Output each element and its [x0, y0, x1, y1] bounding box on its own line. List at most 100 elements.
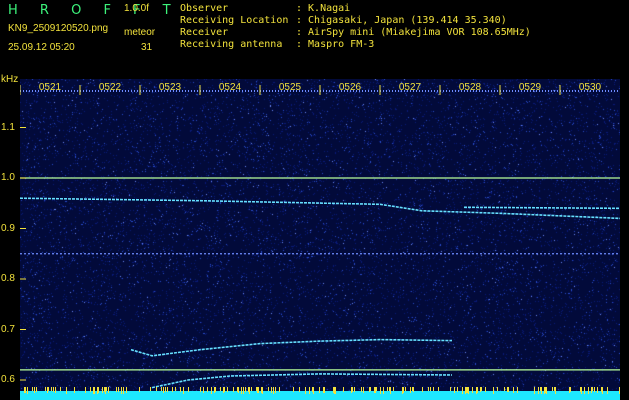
meteor-spike — [256, 387, 257, 391]
meteor-spike — [161, 387, 162, 391]
x-tick-label: 0524 — [219, 82, 242, 93]
hrofft-window: H R O F F T 1.0.0f KN9_2509120520.png 25… — [0, 0, 629, 400]
meteor-spike — [293, 387, 294, 392]
meteor-spike — [36, 387, 37, 392]
spectrogram: 0521 0522 0523 0524 0525 0526 0527 0528 0529 0530 — [20, 79, 620, 400]
meteor-spike — [333, 387, 334, 393]
meteor-spike — [55, 387, 56, 393]
x-tick-label: 0529 — [519, 82, 542, 93]
meteor-spike — [313, 387, 314, 394]
x-tick-label: 0523 — [159, 82, 182, 93]
x-tick-label: 0526 — [339, 82, 362, 93]
meteor-spike — [607, 387, 608, 394]
meteor-spike — [203, 387, 204, 393]
meteor-spike — [569, 387, 570, 393]
x-tick-label: 0530 — [579, 82, 602, 93]
meteor-spike — [60, 387, 61, 391]
info-value-observer: : K.Nagai — [296, 3, 351, 14]
meteor-spike — [389, 387, 390, 391]
meteor-spike — [165, 387, 166, 392]
meteor-spike — [305, 387, 306, 393]
meteor-spike — [591, 387, 592, 393]
meteor-spike — [554, 387, 555, 391]
meteor-spike — [215, 387, 216, 392]
y-tick-label: 0.9 — [1, 222, 15, 234]
meteor-spike — [422, 387, 423, 392]
meteor-spike — [106, 387, 107, 391]
meteor-spike — [47, 387, 48, 393]
meteor-spike — [258, 387, 259, 393]
meteor-spike — [116, 387, 117, 392]
meteor-spike — [508, 387, 509, 392]
meteor-spike — [299, 387, 300, 392]
datetime-label: 25.09.12 05:20 — [8, 42, 75, 53]
filename-label: KN9_2509120520.png — [8, 23, 109, 34]
meteor-spike — [150, 387, 151, 391]
info-label-observer: Observer — [180, 3, 229, 14]
meteor-spike — [497, 387, 498, 391]
meteor-spike — [200, 387, 201, 392]
x-tick-label: 0521 — [39, 82, 62, 93]
meteor-spike — [390, 387, 391, 394]
meteor-spike — [118, 387, 119, 392]
meteor-spike — [546, 387, 547, 394]
meteor-spike — [454, 387, 455, 393]
meteor-spike — [433, 387, 434, 391]
meteor-spike — [457, 387, 458, 392]
meteor-spike — [261, 387, 262, 393]
meteor-spike — [275, 387, 276, 393]
meteor-spike — [279, 387, 280, 392]
meteor-spike — [480, 387, 481, 392]
x-tick-label: 0527 — [399, 82, 422, 93]
meteor-spike — [477, 387, 478, 392]
meteor-spike — [24, 387, 25, 392]
meteor-spike — [74, 387, 75, 393]
meteor-spike — [233, 387, 234, 392]
meteor-spike — [466, 387, 467, 393]
meteor-spike — [412, 387, 413, 391]
meteor-spike — [413, 387, 414, 392]
meteor-spike — [312, 387, 313, 392]
meteor-spike — [438, 387, 439, 391]
meteor-spike — [581, 387, 582, 394]
meteor-spike — [541, 387, 542, 394]
meteor-spike — [465, 387, 466, 394]
meteor-spike — [594, 387, 595, 392]
meteor-spike — [334, 387, 335, 393]
meteor-spike — [507, 387, 508, 392]
info-label-antenna: Receiving antenna — [180, 39, 283, 50]
meteor-spike — [121, 387, 122, 394]
meteor-spike — [273, 387, 274, 394]
meteor-spike — [619, 387, 620, 394]
meteor-spike — [241, 387, 242, 394]
meteor-spike — [405, 387, 406, 391]
meteor-spike — [403, 387, 404, 393]
meteor-spike — [94, 387, 95, 391]
meteor-spike — [538, 387, 539, 394]
meteor-spike — [450, 387, 451, 391]
meteor-spike — [343, 387, 344, 392]
meteor-spike — [376, 387, 377, 391]
meteor-spike — [25, 387, 26, 393]
meteor-spike — [245, 387, 246, 392]
y-tick-label: 1.1 — [1, 121, 15, 133]
meteor-spike — [485, 387, 486, 392]
meteor-spike — [102, 387, 103, 393]
meteor-spike — [268, 387, 269, 391]
meteor-spike — [248, 387, 249, 392]
meteor-spike — [251, 387, 252, 391]
meteor-spike — [249, 387, 250, 394]
meteor-spike — [172, 387, 173, 392]
noise-background — [20, 79, 620, 400]
meteor-spike — [552, 387, 553, 391]
y-tick-label: 1.0 — [1, 172, 15, 183]
meteor-spike — [430, 387, 431, 391]
meteor-spike — [108, 387, 109, 393]
meteor-spike — [504, 387, 505, 391]
meteor-spike — [601, 387, 602, 392]
x-tick-label: 0522 — [99, 82, 122, 93]
meteor-spike — [323, 387, 324, 393]
meteor-spike — [223, 387, 224, 393]
meteor-spike — [271, 387, 272, 393]
meteor-spike — [126, 387, 127, 393]
